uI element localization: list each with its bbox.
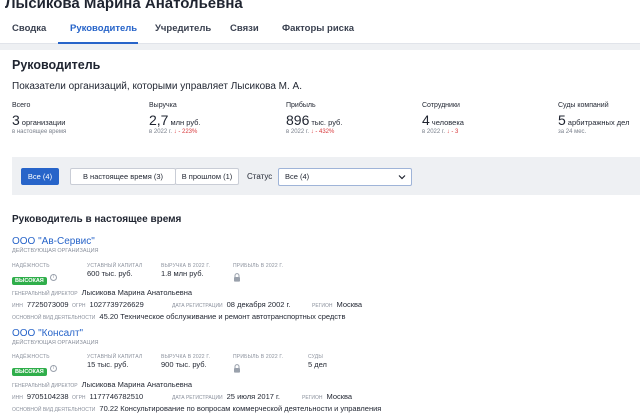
stat-note: в 2022 г.: [422, 129, 445, 135]
activity-label: ОСНОВНОЙ ВИД ДЕЯТЕЛЬНОСТИ: [12, 315, 96, 321]
stat-value: 2,7: [149, 112, 169, 128]
activity-value: 45.20 Техническое обслуживание и ремонт …: [99, 312, 346, 321]
activity-label: ОСНОВНОЙ ВИД ДЕЯТЕЛЬНОСТИ: [12, 407, 96, 413]
director-card: Руководитель Показатели организаций, кот…: [0, 50, 640, 413]
arrow-down-icon: ↓: [173, 129, 177, 135]
stat-label: Суды компаний: [558, 102, 609, 109]
current-section-title: Руководитель в настоящее время: [12, 214, 182, 225]
info-icon[interactable]: i: [49, 274, 57, 282]
arrow-down-icon: ↓: [310, 129, 314, 135]
profile-header: Лысикова Марина Анатольевна Сводка Руков…: [0, 0, 640, 44]
profit-label: ПРИБЫЛЬ В 2022 Г.: [233, 354, 284, 360]
stat-unit: арбитражных дел: [567, 118, 630, 127]
stat-employees: Сотрудники 4 человека в 2022 г. ↓ - 3: [422, 102, 464, 135]
stat-label: Прибыль: [286, 102, 316, 109]
stat-total: Всего 3 организации в настоящее время: [12, 102, 66, 135]
org-card: ООО "Консалт" ДЕЙСТВУЮЩАЯ ОРГАНИЗАЦИЯ НА…: [12, 328, 632, 413]
courts-value[interactable]: 5 дел: [308, 360, 327, 369]
org-card: ООО "Ав-Сервис" ДЕЙСТВУЮЩАЯ ОРГАНИЗАЦИЯ …: [12, 236, 632, 321]
stat-change: - 223%: [178, 129, 198, 135]
stat-profit: Прибыль 896 тыс. руб. в 2022 г. ↓ - 432%: [286, 102, 342, 135]
section-subtitle: Показатели организаций, которыми управля…: [12, 81, 303, 92]
section-title: Руководитель: [12, 58, 101, 72]
arrow-down-icon: ↓: [446, 129, 450, 135]
stat-revenue: Выручка 2,7 млн руб. в 2022 г. ↓ - 223%: [149, 102, 201, 135]
lock-icon: [234, 364, 240, 373]
info-icon[interactable]: i: [49, 365, 57, 373]
filter-past-button[interactable]: В прошлом (1): [175, 168, 239, 185]
reliability-label: НАДЁЖНОСТЬ: [12, 263, 50, 269]
revenue-value: 1.8 млн руб.: [161, 269, 204, 278]
status-label: Статус: [247, 172, 273, 181]
stat-note: в 2022 г.: [149, 129, 172, 135]
revenue-value: 900 тыс. руб.: [161, 360, 207, 369]
stat-value: 5: [558, 112, 566, 128]
status-select[interactable]: Все (4): [278, 168, 412, 186]
reliability-label: НАДЁЖНОСТЬ: [12, 354, 50, 360]
tab-risk-factors[interactable]: Факторы риска: [282, 23, 354, 34]
stat-change: - 432%: [315, 129, 335, 135]
tab-summary[interactable]: Сводка: [12, 23, 46, 34]
stat-value: 896: [286, 112, 310, 128]
stat-unit: человека: [431, 118, 464, 127]
stat-label: Сотрудники: [422, 102, 460, 109]
org-name-link[interactable]: ООО "Ав-Сервис": [12, 236, 632, 247]
org-status: ДЕЙСТВУЮЩАЯ ОРГАНИЗАЦИЯ: [12, 340, 99, 346]
stat-value: 3: [12, 112, 20, 128]
org-status: ДЕЙСТВУЮЩАЯ ОРГАНИЗАЦИЯ: [12, 248, 99, 254]
stat-label: Всего: [12, 102, 31, 109]
filter-all-button[interactable]: Все (4): [21, 168, 59, 185]
tab-director[interactable]: Руководитель: [70, 23, 137, 34]
stat-note: в настоящее время: [12, 129, 67, 135]
tab-founder[interactable]: Учредитель: [155, 23, 211, 34]
stat-note: в 2022 г.: [286, 129, 309, 135]
filter-current-button[interactable]: В настоящее время (3): [70, 168, 176, 185]
activity-value: 70.22 Консультирование по вопросам комме…: [99, 404, 382, 413]
person-name: Лысикова Марина Анатольевна: [5, 0, 243, 12]
stat-courts: Суды компаний 5 арбитражных дел за 24 мес…: [558, 102, 629, 135]
filter-bar: Все (4) В настоящее время (3) В прошлом …: [12, 157, 640, 195]
capital-value: 15 тыс. руб.: [87, 360, 129, 369]
stat-unit: млн руб.: [170, 118, 201, 127]
capital-value: 600 тыс. руб.: [87, 269, 133, 278]
active-tab-indicator: [58, 42, 138, 44]
lock-icon: [234, 273, 240, 282]
status-select-value: Все (4): [285, 172, 310, 181]
tab-connections[interactable]: Связи: [230, 23, 259, 34]
stat-unit: организации: [21, 118, 66, 127]
chevron-down-icon: [398, 175, 406, 180]
stat-note: за 24 мес.: [558, 129, 587, 135]
org-name-link[interactable]: ООО "Консалт": [12, 328, 632, 339]
stat-unit: тыс. руб.: [311, 118, 343, 127]
stat-label: Выручка: [149, 102, 177, 109]
profit-label: ПРИБЫЛЬ В 2022 Г.: [233, 263, 284, 269]
stat-change: - 3: [451, 129, 459, 135]
stat-value: 4: [422, 112, 430, 128]
